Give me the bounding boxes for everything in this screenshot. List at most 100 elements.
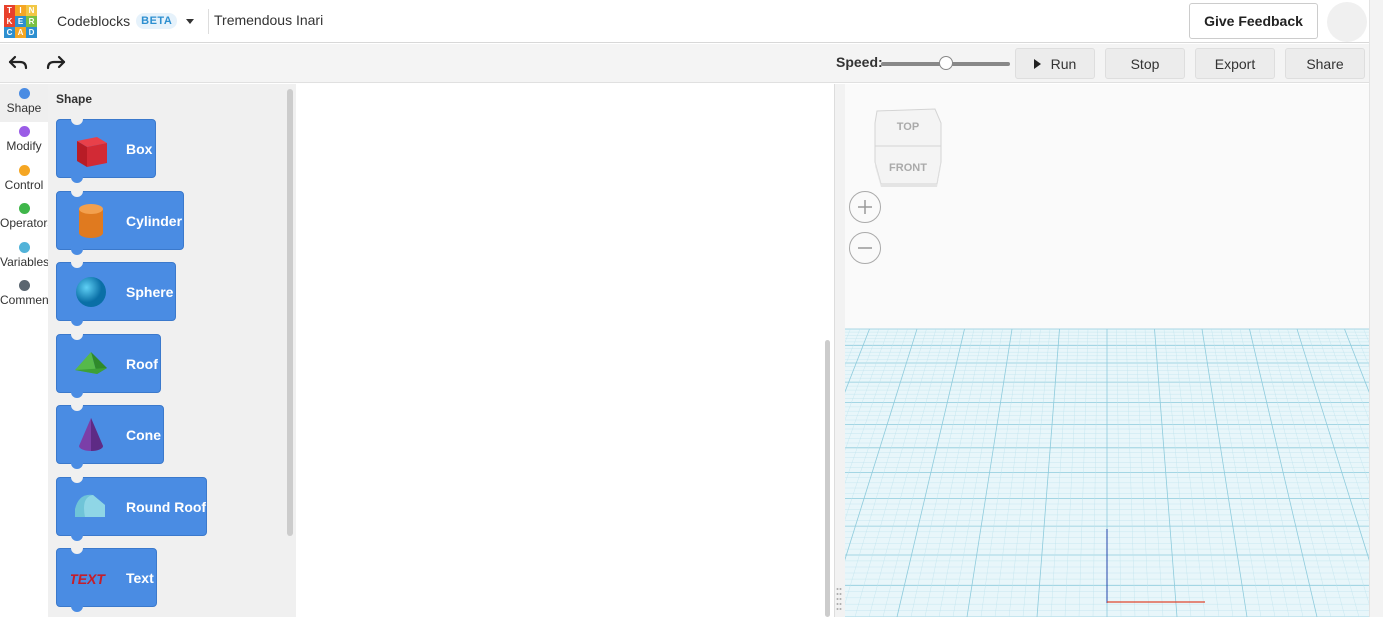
minus-icon (858, 247, 872, 249)
block-notch (71, 476, 83, 483)
app-switcher[interactable]: Codeblocks BETA (57, 13, 195, 29)
block-text[interactable]: TEXT Text (56, 548, 157, 612)
design-name[interactable]: Tremendous Inari (214, 12, 323, 28)
cylinder-icon (71, 201, 111, 241)
play-icon (1033, 58, 1041, 69)
zoom-out-button[interactable] (849, 232, 881, 264)
logo-letter: T (4, 5, 15, 16)
speed-slider-thumb[interactable] (938, 56, 953, 70)
block-label: Cylinder (126, 212, 183, 229)
drag-handle-icon (836, 588, 842, 610)
logo-letter: N (26, 5, 37, 16)
top-bar: TINKERCAD Codeblocks BETA Tremendous Ina… (0, 0, 1383, 43)
code-workspace[interactable] (296, 84, 834, 617)
block-cone[interactable]: Cone (56, 405, 164, 469)
logo-letter: D (26, 27, 37, 38)
speed-slider[interactable] (881, 56, 1010, 70)
category-label: Variables (0, 254, 50, 269)
block-tab (71, 320, 83, 326)
block-tab (71, 606, 83, 612)
chevron-down-icon (186, 18, 195, 24)
block-label: Round Roof (126, 498, 207, 515)
category-dot-icon (18, 280, 30, 291)
round-roof-icon (71, 487, 111, 527)
3d-viewer[interactable]: TOP FRONT (845, 84, 1369, 617)
svg-text:TEXT: TEXT (71, 571, 107, 587)
box-icon (71, 129, 111, 169)
block-label: Sphere (126, 284, 174, 300)
category-label: Modify (6, 139, 42, 154)
block-sphere[interactable]: Sphere (56, 262, 176, 326)
workspace-scrollbar[interactable] (825, 340, 830, 617)
category-rail: Shape Modify Control Operators Variables Comm… (0, 84, 54, 617)
logo-letter: C (4, 27, 15, 38)
block-label: Box (126, 141, 153, 157)
category-label: Shape (6, 101, 42, 115)
logo-letter: K (4, 16, 15, 27)
avatar[interactable] (1327, 2, 1367, 42)
block-tab (71, 463, 83, 469)
header-divider (208, 9, 209, 34)
run-label: Run (1050, 55, 1077, 72)
category-dot-icon (18, 241, 30, 253)
app-name: Codeblocks (57, 13, 131, 29)
panel-splitter[interactable] (834, 84, 845, 617)
block-notch (71, 190, 83, 197)
redo-icon[interactable] (45, 52, 67, 74)
block-notch (71, 333, 83, 340)
block-box[interactable]: Box (56, 119, 156, 183)
category-variables[interactable]: Variables (0, 238, 50, 276)
speed-label: Speed: (836, 54, 883, 70)
view-cube[interactable]: TOP FRONT (871, 104, 943, 188)
view-cube-front-label: FRONT (889, 162, 927, 174)
roof-icon (71, 344, 111, 384)
category-label: Operators (0, 216, 54, 231)
category-dot-icon (18, 203, 30, 215)
category-shape[interactable]: Shape (0, 84, 48, 122)
block-label: Text (126, 570, 154, 586)
category-control[interactable]: Control (0, 161, 48, 199)
text-shape-icon: TEXT (68, 558, 111, 598)
zoom-in-button[interactable] (849, 191, 881, 223)
block-cylinder[interactable]: Cylinder (56, 190, 184, 255)
give-feedback-button[interactable]: Give Feedback (1189, 3, 1318, 39)
block-tab (71, 391, 83, 398)
plus-icon (858, 200, 872, 214)
tinkercad-logo[interactable]: TINKERCAD (4, 5, 37, 38)
block-label: Cone (126, 427, 161, 443)
category-modify[interactable]: Modify (0, 122, 48, 160)
block-tab (71, 177, 83, 183)
page-scrollbar[interactable] (1369, 0, 1383, 617)
category-dot-icon (18, 126, 30, 138)
category-comment[interactable]: Comment (0, 276, 53, 314)
category-label: Control (4, 177, 44, 192)
block-tab (71, 534, 83, 541)
block-tab (71, 248, 83, 255)
block-round-roof[interactable]: Round Roof (56, 476, 207, 541)
toolbar: Speed: Run Stop Export Share (0, 44, 1369, 83)
category-operators[interactable]: Operators (0, 199, 54, 237)
run-button[interactable]: Run (1015, 48, 1095, 79)
category-dot-icon (18, 88, 30, 99)
logo-letter: I (15, 5, 26, 16)
block-roof[interactable]: Roof (56, 333, 161, 398)
block-notch (71, 548, 83, 554)
undo-icon[interactable] (7, 52, 29, 74)
stop-button[interactable]: Stop (1105, 48, 1185, 79)
block-label: Roof (126, 355, 158, 372)
flyout-scrollbar[interactable] (287, 89, 293, 536)
cone-icon (71, 415, 111, 455)
category-label: Comment (0, 293, 53, 307)
block-flyout: Shape Box Cylinder Sphere Roof Cone Round Roo… (48, 84, 296, 617)
share-button[interactable]: Share (1285, 48, 1365, 79)
block-notch (71, 405, 83, 411)
view-cube-top-label: TOP (897, 121, 919, 133)
logo-letter: A (15, 27, 26, 38)
export-button[interactable]: Export (1195, 48, 1275, 79)
beta-badge: BETA (136, 13, 178, 29)
logo-letter: R (26, 16, 37, 27)
category-dot-icon (18, 164, 30, 176)
block-notch (71, 119, 83, 125)
sphere-icon (71, 272, 111, 312)
logo-letter: E (15, 16, 26, 27)
